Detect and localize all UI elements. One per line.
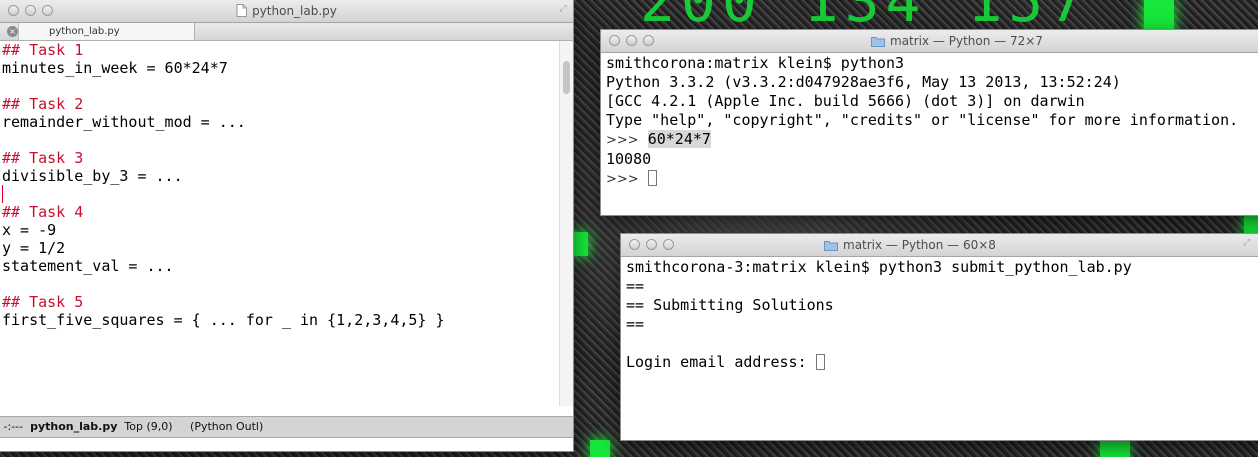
code-line [2,185,558,203]
terminal-output[interactable]: smithcorona:matrix klein$ python3 Python … [606,54,1238,189]
editor-titlebar[interactable]: python_lab.py ⤢ [0,0,573,23]
code-line: x = -9 [2,221,57,239]
python-prompt: >>> [606,172,639,187]
terminal-line: Python 3.3.2 (v3.3.2:d047928ae3f6, May 1… [606,73,1121,91]
editor-scrollbar[interactable] [559,41,573,406]
python-prompt: >>> [606,133,639,148]
terminal-line: == [626,315,645,333]
scrollbar-thumb[interactable] [563,61,570,94]
terminal-window-title: matrix — Python — 72×7 [890,34,1043,48]
document-icon [236,4,248,17]
terminal-cursor [647,170,657,186]
matrix-green-bar [1100,440,1130,457]
window-controls [8,5,53,16]
modeline-position: Top (9,0) [124,420,173,433]
terminal-input-line[interactable]: >>> [606,169,1238,189]
minimize-window-button[interactable] [626,35,637,46]
text-cursor [2,185,3,203]
terminal-window-title: matrix — Python — 60×8 [843,238,996,252]
editor-window[interactable]: python_lab.py ⤢ × python_lab.py ## Task … [0,0,573,451]
modeline-mode: (Python Outl) [190,420,264,433]
entered-command: 60*24*7 [647,130,711,148]
code-line: statement_val = ... [2,257,174,275]
code-comment-line: ## Task 4 [2,203,84,221]
code-line: first_five_squares = { ... for _ in {1,2… [2,311,445,329]
code-area[interactable]: ## Task 1 minutes_in_week = 60*24*7 ## Tas… [2,41,558,406]
terminal-line: Type "help", "copyright", "credits" or "… [606,111,1239,129]
terminal-line: smithcorona-3:matrix klein$ python3 subm… [626,258,1132,276]
terminal-line: [GCC 4.2.1 (Apple Inc. build 5666) (dot … [606,92,1085,110]
close-window-button[interactable] [609,35,620,46]
editor-tabbar: × python_lab.py [0,23,573,41]
zoom-window-button[interactable] [663,239,674,250]
login-email-line[interactable]: Login email address: [626,353,1132,372]
minimize-window-button[interactable] [646,239,657,250]
terminal-output[interactable]: smithcorona-3:matrix klein$ python3 subm… [626,258,1132,372]
zoom-window-button[interactable] [643,35,654,46]
folder-icon [824,241,838,251]
emacs-modeline: -:--- python_lab.py Top (9,0) (Python Ou… [0,416,573,438]
fullscreen-icon[interactable]: ⤢ [558,4,568,14]
fullscreen-icon[interactable]: ⤢ [1243,238,1253,248]
terminal-window-submit[interactable]: matrix — Python — 60×8 ⤢ smithcorona-3:m… [621,234,1258,440]
matrix-green-bar [572,232,588,256]
close-window-button[interactable] [629,239,640,250]
close-window-button[interactable] [8,5,19,16]
code-comment-line: ## Task 3 [2,149,84,167]
command-result: 10080 [606,150,652,168]
terminal-titlebar[interactable]: matrix — Python — 72×7 [601,30,1258,53]
modeline-status: -:--- [3,420,24,433]
code-comment-line: ## Task 1 [2,41,84,59]
code-line: minutes_in_week = 60*24*7 [2,59,228,77]
terminal-line: == [626,277,645,295]
zoom-window-button[interactable] [42,5,53,16]
folder-icon [871,37,885,47]
tab-python-lab[interactable]: × python_lab.py [7,23,195,40]
login-email-prompt: Login email address: [626,353,816,371]
terminal-line: smithcorona:matrix klein$ python3 [606,54,905,72]
tab-label: python_lab.py [49,26,120,37]
terminal-titlebar[interactable]: matrix — Python — 60×8 ⤢ [621,234,1258,257]
terminal-command-line: >>> 60*24*7 [606,130,1238,150]
editor-window-title: python_lab.py [252,4,337,18]
code-line: remainder_without_mod = ... [2,113,246,131]
modeline-buffer-name: python_lab.py [30,420,118,433]
terminal-line: == Submitting Solutions [626,296,834,314]
terminal-window-python[interactable]: matrix — Python — 72×7 smithcorona:matri… [601,30,1258,215]
tab-close-icon[interactable]: × [7,26,18,37]
window-controls [609,35,654,46]
minimize-window-button[interactable] [25,5,36,16]
code-line: divisible_by_3 = ... [2,167,183,185]
code-line: y = 1/2 [2,239,66,257]
code-comment-line: ## Task 2 [2,95,84,113]
matrix-green-bar [590,440,610,457]
code-comment-line: ## Task 5 [2,293,84,311]
terminal-cursor [815,354,825,370]
background-digits: 200 134 157 [640,0,1091,35]
window-controls [629,239,674,250]
